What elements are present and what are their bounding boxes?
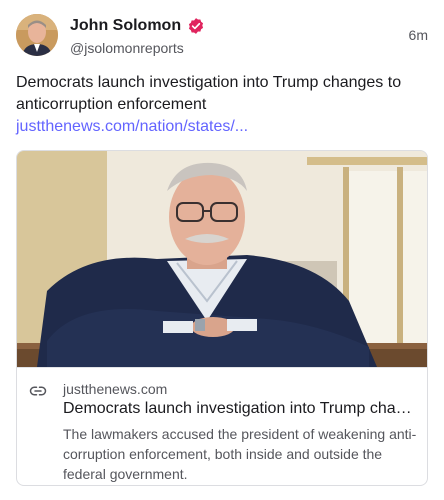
avatar[interactable] <box>16 14 58 56</box>
link-preview-description: The lawmakers accused the president of w… <box>63 426 417 482</box>
post-link[interactable]: justthenews.com/nation/states/... <box>16 118 248 135</box>
link-preview-image <box>17 151 427 367</box>
verified-badge-icon <box>187 17 205 35</box>
post-text-body: Democrats launch investigation into Trum… <box>16 74 402 113</box>
link-preview-domain: justthenews.com <box>63 381 168 397</box>
author-handle[interactable]: @jsolomonreports <box>70 38 205 58</box>
post-status: John Solomon @jsolomonreports 6m Democra… <box>0 0 444 500</box>
post-text: Democrats launch investigation into Trum… <box>16 72 430 138</box>
link-preview-title[interactable]: Democrats launch investigation into Trum… <box>63 398 419 420</box>
post-header: John Solomon @jsolomonreports 6m <box>16 14 428 58</box>
link-icon <box>29 382 47 400</box>
link-preview-info: justthenews.com Democrats launch investi… <box>17 367 427 485</box>
post-timestamp[interactable]: 6m <box>409 27 428 43</box>
author-name[interactable]: John Solomon <box>70 16 181 36</box>
link-preview-card[interactable]: justthenews.com Democrats launch investi… <box>16 150 428 486</box>
